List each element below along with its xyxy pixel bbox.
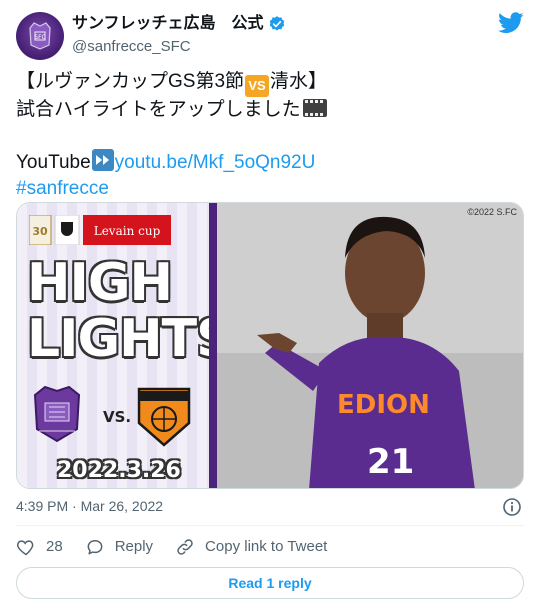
- tweet-actions: 28 Reply Copy link to Tweet: [16, 536, 524, 558]
- hashtag-link[interactable]: #sanfrecce: [16, 178, 109, 199]
- tweet-text: 【ルヴァンカップGS第3節 VS 清水】 試合ハイライトをアップしました YouTu…: [16, 69, 524, 202]
- player-illustration: EDION 21: [217, 203, 523, 488]
- copy-link-label: Copy link to Tweet: [205, 538, 328, 555]
- tweet-line-2-text: 試合ハイライトをアップしました: [16, 99, 301, 120]
- sponsor-logo: EDION: [337, 390, 430, 420]
- tweet-line-1: 【ルヴァンカップGS第3節 VS 清水】: [16, 69, 524, 97]
- player-photo: EDION 21 ©2022 S.FC: [217, 203, 523, 488]
- youtube-link[interactable]: youtu.be/Mkf_5oQn92U: [115, 152, 316, 173]
- highlights-panel: 30 Levain cup HIGH LIGHTS VS. 2022.3.26: [17, 203, 234, 488]
- cup-name: Levain cup: [94, 224, 161, 238]
- info-icon[interactable]: [502, 497, 522, 517]
- copy-link-button[interactable]: Copy link to Tweet: [175, 537, 327, 557]
- highlights-title-line-2: LIGHTS: [27, 309, 234, 369]
- user-handle[interactable]: @sanfrecce_SFC: [72, 37, 286, 57]
- like-count: 28: [46, 538, 63, 555]
- vs-emoji-icon: VS: [245, 75, 270, 97]
- s-pulse-crest-icon: [137, 387, 191, 447]
- fast-forward-emoji-icon: [91, 149, 114, 171]
- match-date: 2022.3.26: [57, 458, 181, 483]
- vs-label: VS.: [103, 408, 132, 426]
- youtube-label: YouTube: [16, 152, 91, 173]
- tweet-line-4: #sanfrecce: [16, 176, 524, 202]
- reply-label: Reply: [114, 538, 154, 555]
- player-number: 21: [367, 442, 414, 482]
- svg-text:SFC: SFC: [34, 34, 45, 41]
- tweet-header: SFC サンフレッチェ広島 公式 @sanfrecce_SFC: [16, 12, 524, 60]
- speech-bubble-icon: [87, 540, 103, 555]
- tweet-media-image[interactable]: 30 Levain cup HIGH LIGHTS VS. 2022.3.26 …: [16, 202, 524, 489]
- reply-button[interactable]: Reply: [85, 537, 153, 557]
- read-reply-button[interactable]: Read 1 reply: [16, 567, 524, 599]
- tweet-card: SFC サンフレッチェ広島 公式 @sanfrecce_SFC 【ルヴァンカップ…: [0, 0, 540, 614]
- tweet-line-3: YouTube youtu.be/Mkf_5oQn92U: [16, 149, 524, 176]
- link-icon: [177, 539, 193, 555]
- verified-badge-icon: [269, 16, 284, 31]
- tweet-timestamp[interactable]: 4:39 PM · Mar 26, 2022: [16, 497, 163, 515]
- avatar[interactable]: SFC: [16, 12, 64, 60]
- twitter-bird-icon[interactable]: [498, 12, 524, 34]
- copyright-label: ©2022 S.FC: [467, 207, 517, 217]
- highlights-title-line-1: HIGH: [27, 253, 173, 313]
- like-button[interactable]: 28: [16, 537, 63, 557]
- levain-cup-badge: 30 Levain cup: [29, 215, 171, 245]
- tweet-line-1-end: 清水】: [270, 71, 328, 92]
- anniversary-number: 30: [32, 225, 48, 238]
- film-frames-emoji-icon: [302, 99, 327, 117]
- sanfrecce-crest-icon: [33, 385, 81, 443]
- divider: [16, 525, 524, 526]
- sanfrecce-logo-icon: SFC: [29, 22, 51, 50]
- tweet-line-2: 試合ハイライトをアップしました: [16, 97, 524, 123]
- heart-icon: [16, 540, 34, 556]
- display-name[interactable]: サンフレッチェ広島 公式: [72, 14, 264, 34]
- divider-stripe: [209, 203, 217, 488]
- tweet-line-1-start: 【ルヴァンカップGS第3節: [16, 71, 245, 92]
